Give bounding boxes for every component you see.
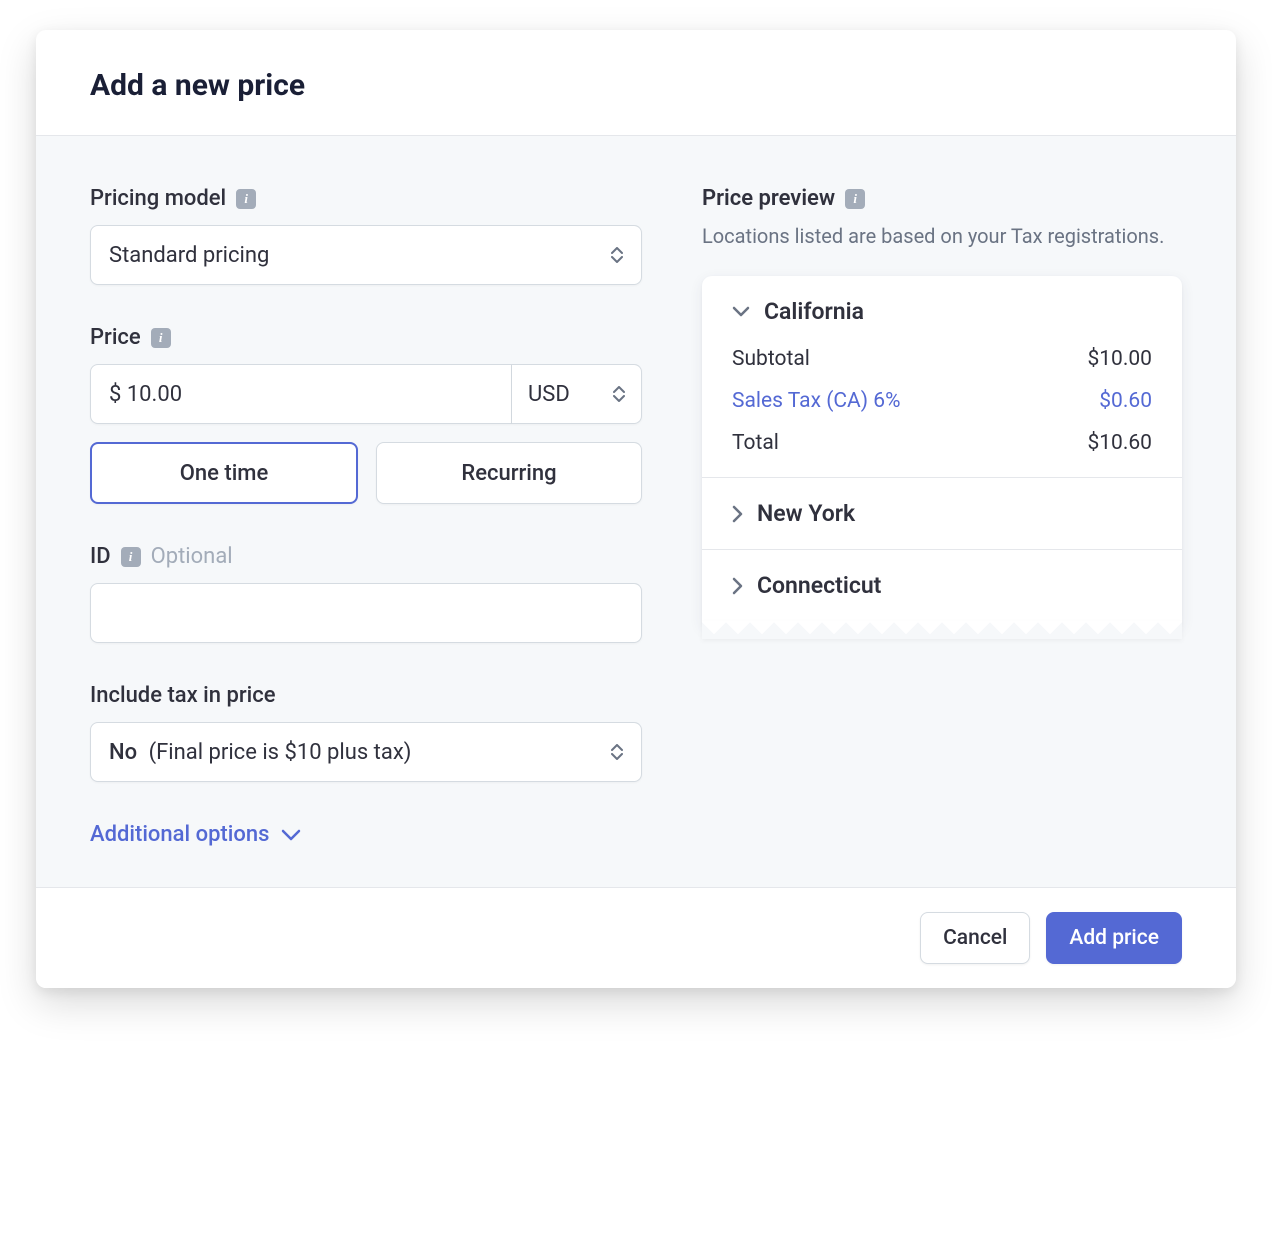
line-label: Total (732, 431, 779, 455)
currency-select[interactable]: USD (512, 364, 642, 424)
pricing-model-label: Pricing model (90, 186, 226, 211)
chevron-down-icon (732, 306, 750, 317)
region-new-york: New York (702, 477, 1182, 549)
price-input-row: $ 10.00 USD (90, 364, 642, 424)
currency-value: USD (528, 382, 570, 407)
chevron-right-icon (732, 505, 743, 523)
id-optional-label: Optional (151, 544, 233, 569)
price-amount-input[interactable]: $ 10.00 (90, 364, 512, 424)
pricing-model-select[interactable]: Standard pricing (90, 225, 642, 285)
info-icon[interactable]: i (845, 189, 865, 209)
dialog-title: Add a new price (90, 68, 1182, 103)
add-price-button[interactable]: Add price (1046, 912, 1182, 964)
include-tax-field: Include tax in price No (Final price is … (90, 683, 642, 782)
select-caret-icon (613, 386, 625, 402)
line-total: Total $10.60 (732, 431, 1152, 455)
dialog-body: Pricing model i Standard pricing Price i (36, 136, 1236, 887)
region-california: California Subtotal $10.00 Sales Tax (CA… (702, 276, 1182, 477)
one-time-toggle[interactable]: One time (90, 442, 358, 504)
preview-column: Price preview i Locations listed are bas… (702, 186, 1182, 847)
label-row: Include tax in price (90, 683, 642, 708)
line-tax: Sales Tax (CA) 6% $0.60 (732, 389, 1152, 413)
select-caret-icon (611, 744, 623, 760)
chevron-down-icon (281, 829, 301, 841)
id-input[interactable] (90, 583, 642, 643)
select-caret-icon (611, 247, 623, 263)
preview-note: Locations listed are based on your Tax r… (702, 221, 1182, 252)
additional-options-label: Additional options (90, 822, 269, 847)
price-field: Price i $ 10.00 USD (90, 325, 642, 504)
line-value: $0.60 (1099, 389, 1152, 413)
region-name: California (764, 298, 864, 325)
pricing-model-field: Pricing model i Standard pricing (90, 186, 642, 285)
price-type-toggle: One time Recurring (90, 442, 642, 504)
region-name: Connecticut (757, 572, 881, 599)
price-preview-receipt: California Subtotal $10.00 Sales Tax (CA… (702, 276, 1182, 625)
info-icon[interactable]: i (121, 547, 141, 567)
form-column: Pricing model i Standard pricing Price i (90, 186, 642, 847)
dialog-header: Add a new price (36, 30, 1236, 136)
info-icon[interactable]: i (151, 328, 171, 348)
id-field: ID i Optional (90, 544, 642, 643)
region-header-new-york[interactable]: New York (732, 500, 1152, 527)
chevron-right-icon (732, 577, 743, 595)
add-price-dialog: Add a new price Pricing model i Standard… (36, 30, 1236, 988)
region-body-california: Subtotal $10.00 Sales Tax (CA) 6% $0.60 … (732, 325, 1152, 455)
include-tax-label: Include tax in price (90, 683, 276, 708)
dialog-footer: Cancel Add price (36, 887, 1236, 988)
recurring-toggle[interactable]: Recurring (376, 442, 642, 504)
label-row: Pricing model i (90, 186, 642, 211)
preview-heading: Price preview (702, 186, 835, 211)
line-value: $10.00 (1087, 347, 1152, 371)
line-label: Sales Tax (CA) 6% (732, 389, 900, 413)
region-header-connecticut[interactable]: Connecticut (732, 572, 1152, 599)
label-row: Price i (90, 325, 642, 350)
info-icon[interactable]: i (236, 189, 256, 209)
additional-options-toggle[interactable]: Additional options (90, 822, 642, 847)
include-tax-select[interactable]: No (Final price is $10 plus tax) (90, 722, 642, 782)
line-subtotal: Subtotal $10.00 (732, 347, 1152, 371)
price-label: Price (90, 325, 141, 350)
label-row: ID i Optional (90, 544, 642, 569)
region-name: New York (757, 500, 855, 527)
include-tax-value: No (Final price is $10 plus tax) (109, 740, 411, 765)
region-header-california[interactable]: California (732, 298, 1152, 325)
pricing-model-value: Standard pricing (109, 243, 269, 268)
cancel-button[interactable]: Cancel (920, 912, 1030, 964)
price-amount-value: $ 10.00 (109, 382, 182, 407)
line-value: $10.60 (1087, 431, 1152, 455)
id-label: ID (90, 544, 111, 569)
line-label: Subtotal (732, 347, 810, 371)
preview-heading-row: Price preview i (702, 186, 1182, 211)
region-connecticut: Connecticut (702, 549, 1182, 621)
